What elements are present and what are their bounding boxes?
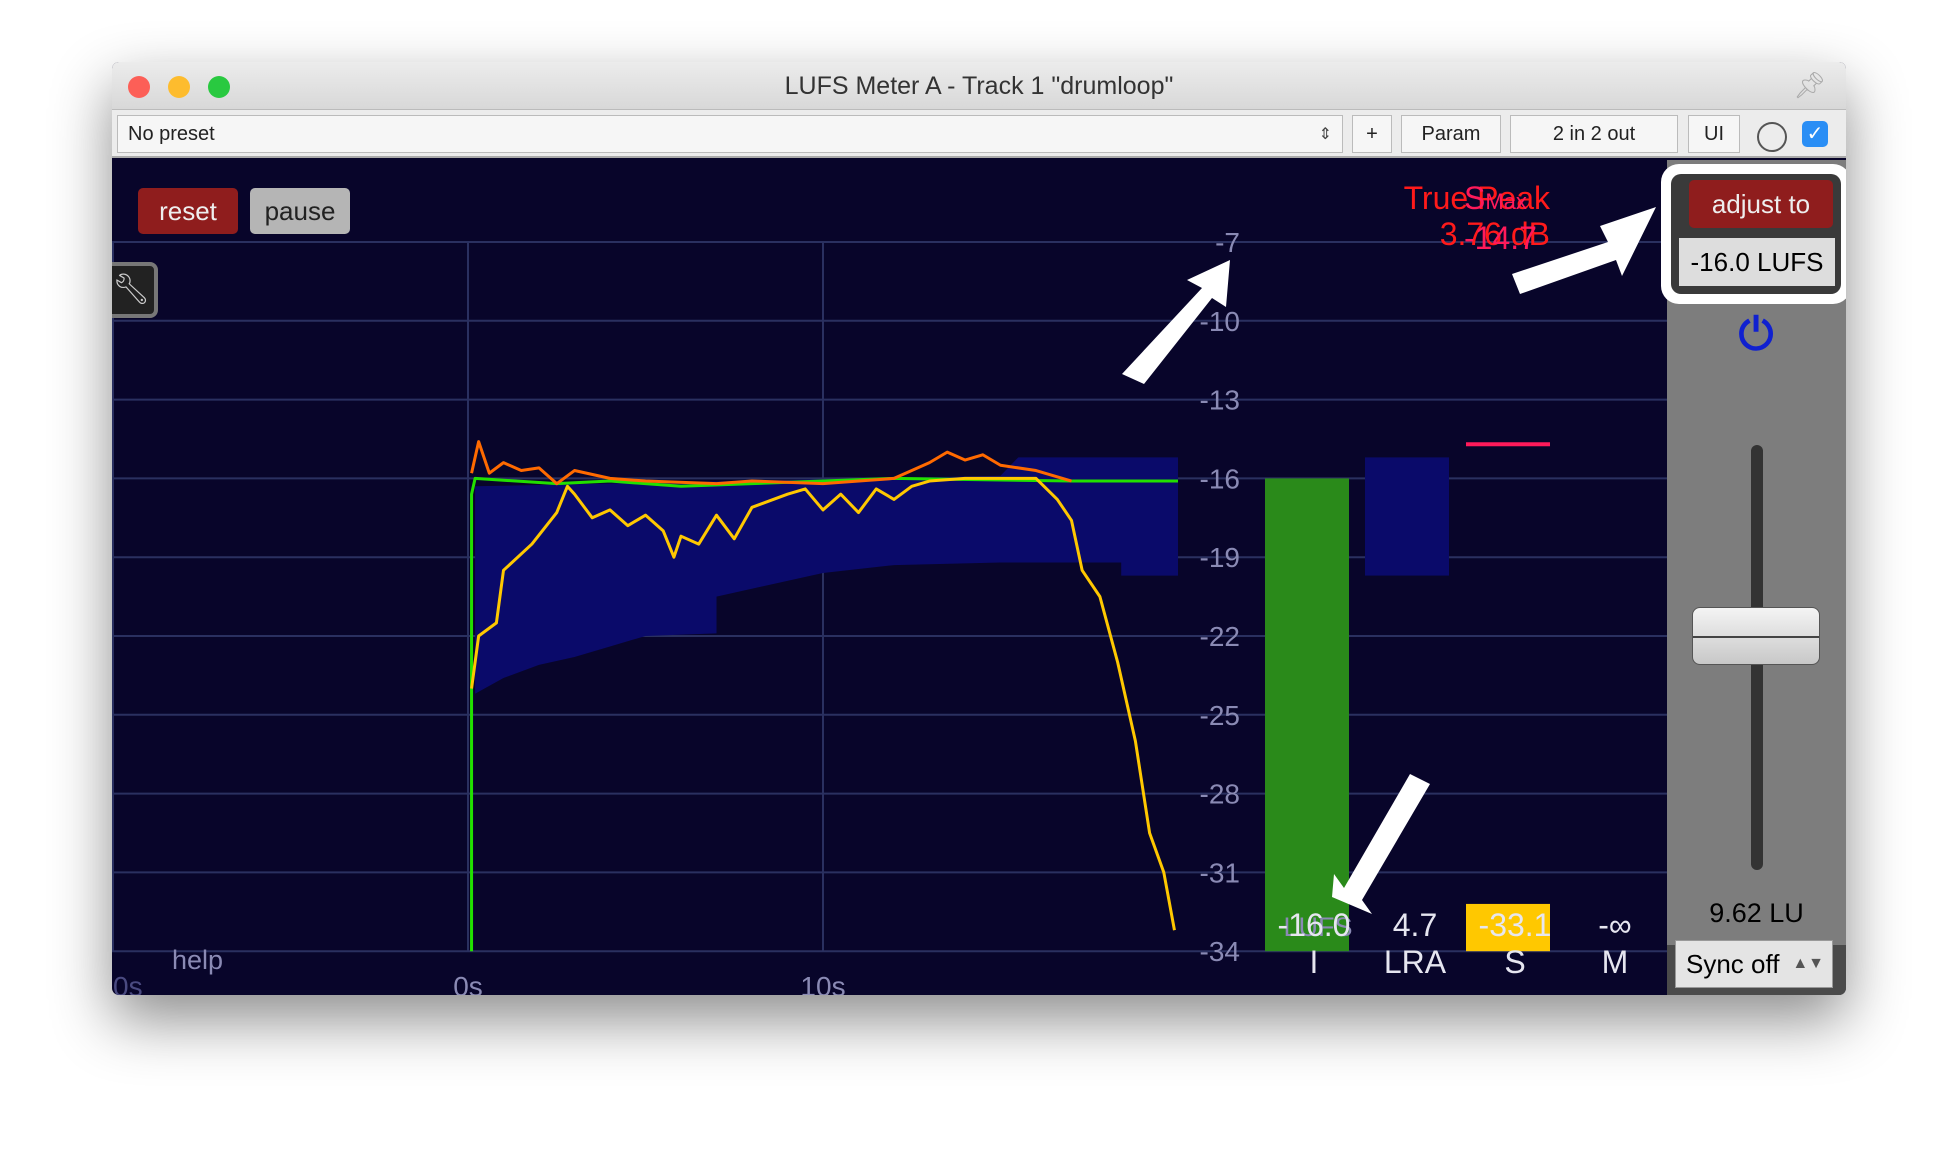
meter-readout-m: -∞ M xyxy=(1565,907,1665,981)
param-button[interactable]: Param xyxy=(1401,115,1501,153)
s-max-marker xyxy=(1466,442,1550,447)
s-max: SMax -14.7 xyxy=(1464,180,1664,256)
io-button[interactable]: 2 in 2 out xyxy=(1510,115,1678,153)
adjust-to-button[interactable]: adjust to xyxy=(1689,180,1833,228)
y-tick-label: -7 xyxy=(1215,227,1240,258)
y-tick-label: -34 xyxy=(1200,936,1240,967)
y-tick-label: -22 xyxy=(1200,621,1240,652)
target-input[interactable]: -16.0 LUFS xyxy=(1679,238,1835,286)
wrench-icon[interactable]: 🔧︎ xyxy=(112,262,158,318)
add-preset-button[interactable]: + xyxy=(1352,115,1392,153)
meter-value: 4.7 xyxy=(1392,907,1438,943)
x-tick-label: 10s xyxy=(800,971,845,995)
meter-label: I xyxy=(1309,944,1319,980)
y-tick-label: -19 xyxy=(1200,542,1240,573)
y-tick-label: -31 xyxy=(1200,857,1240,888)
lra-meter-bar xyxy=(1365,457,1449,576)
enable-checkbox[interactable]: ✓ xyxy=(1802,121,1828,147)
title-bar: LUFS Meter A - Track 1 "drumloop" 📌︎ xyxy=(112,62,1846,110)
power-icon[interactable]: ⏻ xyxy=(1731,310,1781,360)
meter-value: -33.1 xyxy=(1478,907,1552,943)
preset-select[interactable]: No preset ⇕ xyxy=(117,115,1343,153)
meter-value: -∞ xyxy=(1598,907,1632,943)
wet-dry-knob[interactable] xyxy=(1757,122,1787,152)
s-max-sub: Max xyxy=(1485,189,1527,214)
preset-value: No preset xyxy=(128,122,215,145)
meter-label: LRA xyxy=(1383,944,1447,980)
y-tick-label: -25 xyxy=(1200,700,1240,731)
y-tick-label: -28 xyxy=(1200,779,1240,810)
s-max-label: S xyxy=(1464,180,1486,216)
pause-button[interactable]: pause xyxy=(250,188,350,234)
meter-readout-lra: 4.7 LRA xyxy=(1365,907,1465,981)
x-tick-label: 0s xyxy=(453,971,483,995)
sync-select[interactable]: Sync off ▲▼ xyxy=(1675,940,1833,988)
gain-value: 9.62 LU xyxy=(1709,898,1804,928)
updown-icon: ⇕ xyxy=(1318,126,1332,143)
meter-value: -16.0 xyxy=(1277,907,1351,943)
help-link[interactable]: help xyxy=(172,945,223,976)
updown-icon: ▲▼ xyxy=(1792,955,1824,972)
x-tick-label: 0s xyxy=(113,971,143,995)
pin-icon[interactable]: 📌︎ xyxy=(1793,70,1826,101)
gain-slider-thumb[interactable] xyxy=(1692,607,1820,666)
toolbar: No preset ⇕ + Param 2 in 2 out UI ✓ xyxy=(112,110,1846,158)
loudness-graph: -7 -10 -13 -16 -19 -22 -25 -28 -31 -34 0s 0s 10s xyxy=(112,227,1667,995)
meter-readout-s: -33.1 S xyxy=(1465,907,1565,981)
meter-label: S xyxy=(1504,944,1526,980)
s-max-value: -14.7 xyxy=(1464,220,1537,256)
y-tick-label: -13 xyxy=(1200,385,1240,416)
sync-value: Sync off xyxy=(1686,949,1780,979)
integrated-meter-bar xyxy=(1265,478,1349,952)
meter-readout-i: -16.0 I xyxy=(1264,907,1364,981)
plugin-window: LUFS Meter A - Track 1 "drumloop" 📌︎ No … xyxy=(112,62,1846,995)
loudness-range-band xyxy=(475,457,1179,694)
y-tick-label: -16 xyxy=(1200,463,1240,494)
control-panel: adjust to -16.0 LUFS ⏻ 9.62 LU ↶ ↷ xyxy=(1661,160,1846,995)
meter-label: M xyxy=(1601,944,1629,980)
ui-button[interactable]: UI xyxy=(1688,115,1740,153)
y-tick-label: -10 xyxy=(1200,306,1240,337)
reset-button[interactable]: reset xyxy=(138,188,238,234)
window-title: LUFS Meter A - Track 1 "drumloop" xyxy=(784,72,1174,100)
